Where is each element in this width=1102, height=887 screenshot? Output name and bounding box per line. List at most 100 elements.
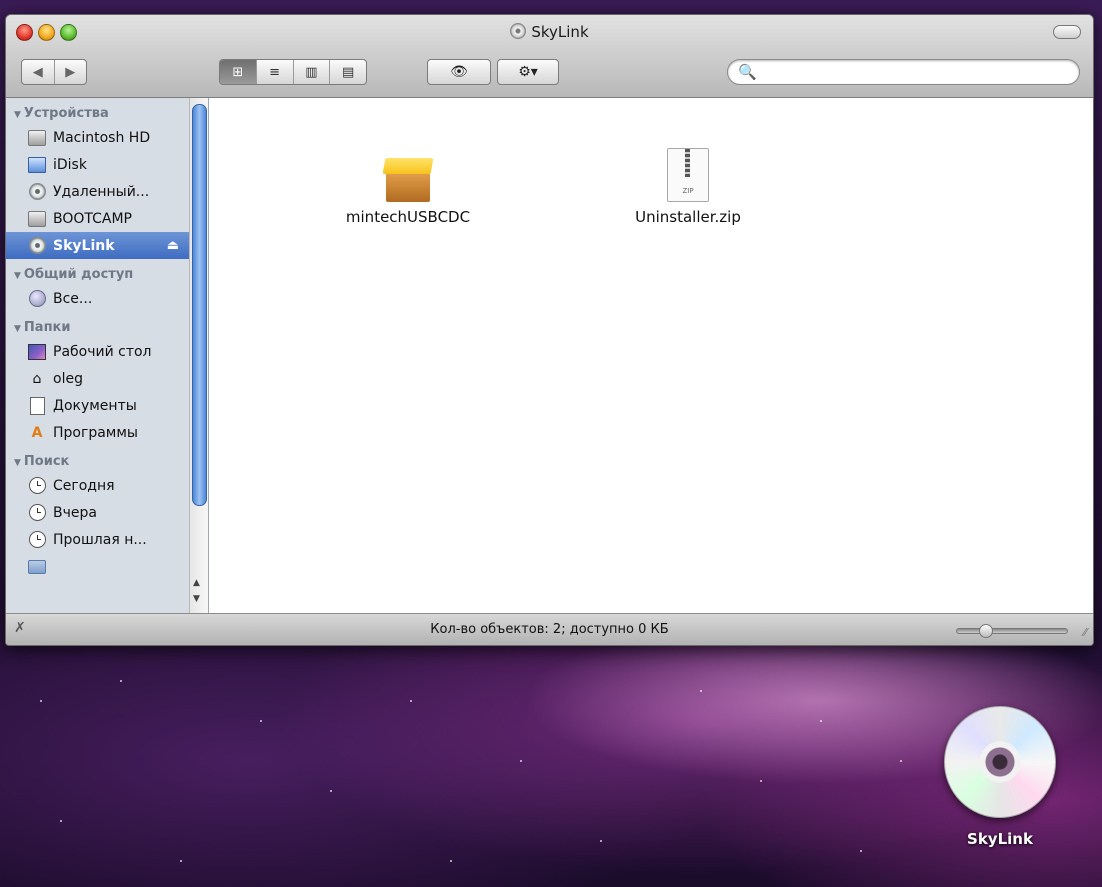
status-bar: ✗ Кол-во объектов: 2; доступно 0 КБ ⁄⁄ (6, 613, 1093, 645)
back-button[interactable]: ◀ (22, 60, 55, 84)
sidebar-item-today[interactable]: Сегодня (6, 472, 189, 499)
folder-icon (28, 558, 46, 576)
hard-drive-icon (28, 129, 46, 147)
sidebar-section-title: Общий доступ (23, 267, 134, 282)
sidebar-item-documents[interactable]: Документы (6, 392, 189, 419)
clock-icon (28, 531, 46, 549)
sidebar-item-past-week[interactable]: Прошлая н... (6, 526, 189, 553)
sidebar-item-label: BOOTCAMP (53, 210, 133, 227)
sidebar-item-partial[interactable] (6, 553, 189, 580)
sidebar-item-label: Прошлая н... (53, 531, 147, 548)
sidebar-item-skylink[interactable]: SkyLink ⏏ (6, 232, 189, 259)
search-input[interactable] (762, 63, 1079, 81)
toolbar-toggle-button[interactable] (1053, 25, 1081, 39)
column-view-button[interactable]: ▥ (294, 60, 331, 84)
coverflow-view-button[interactable]: ▤ (330, 60, 366, 84)
back-arrow-icon: ◀ (32, 64, 43, 80)
desktop-disc-item[interactable]: SkyLink (930, 706, 1070, 848)
sidebar-item-home[interactable]: ⌂ oleg (6, 365, 189, 392)
file-item[interactable]: ZIP Uninstaller.zip (588, 148, 788, 226)
sidebar-item-label: Программы (53, 424, 138, 441)
disclosure-triangle-icon: ▼ (14, 324, 21, 334)
file-name: Uninstaller.zip (635, 208, 741, 226)
cd-icon (28, 237, 46, 255)
view-mode-control: ⊞ ≡ ▥ ▤ (219, 59, 367, 85)
sidebar-item-label: Удаленный... (53, 183, 150, 200)
list-view-icon: ≡ (269, 64, 281, 80)
sidebar-section-places[interactable]: ▼ Папки (6, 318, 189, 338)
sidebar-item-label: SkyLink (53, 237, 115, 254)
zip-icon: ZIP (667, 148, 709, 202)
sidebar-item-desktop[interactable]: Рабочий стол (6, 338, 189, 365)
window-title-text: SkyLink (531, 23, 589, 41)
sidebar-section-devices[interactable]: ▼ Устройства (6, 104, 189, 124)
sidebar-item-bootcamp[interactable]: BOOTCAMP (6, 205, 189, 232)
hard-drive-icon (28, 210, 46, 228)
icon-view-icon: ⊞ (232, 64, 244, 80)
sidebar-item-label: Вчера (53, 504, 97, 521)
zip-badge: ZIP (682, 187, 694, 195)
idisk-icon (28, 156, 46, 174)
sidebar-scrollbar[interactable]: ▲ ▼ (189, 98, 208, 613)
quick-look-button[interactable]: 👁 (427, 59, 491, 85)
sidebar-section-search[interactable]: ▼ Поиск (6, 452, 189, 472)
action-menu-button[interactable]: ⚙▾ (497, 59, 559, 85)
sidebar-list: ▼ Устройства Macintosh HD iDisk Удаленный… (6, 98, 189, 580)
forward-arrow-icon: ▶ (65, 64, 76, 80)
eject-icon[interactable]: ⏏ (167, 238, 179, 253)
list-view-button[interactable]: ≡ (257, 60, 294, 84)
sidebar-item-all[interactable]: Все... (6, 285, 189, 312)
search-field[interactable]: 🔍 (727, 59, 1080, 85)
sidebar-section-title: Устройства (23, 106, 109, 121)
sidebar-item-idisk[interactable]: iDisk (6, 151, 189, 178)
remote-disc-icon (28, 183, 46, 201)
icon-view-button[interactable]: ⊞ (220, 60, 257, 84)
sidebar-item-label: Macintosh HD (53, 129, 151, 146)
sidebar-item-label: Все... (53, 290, 93, 307)
home-icon: ⌂ (32, 370, 42, 387)
file-browser-area: mintechUSBCDC ZIP Uninstaller.zip (209, 98, 1093, 613)
file-item[interactable]: mintechUSBCDC (308, 154, 508, 226)
resize-grip-icon[interactable]: ⁄⁄ (1083, 626, 1087, 639)
sidebar-item-remote-disc[interactable]: Удаленный... (6, 178, 189, 205)
status-text: Кол-во объектов: 2; доступно 0 КБ (430, 622, 669, 637)
network-icon (28, 290, 46, 308)
clock-icon (28, 504, 46, 522)
file-name: mintechUSBCDC (345, 208, 471, 226)
scroll-up-arrow-icon[interactable]: ▲ (193, 578, 200, 588)
coverflow-view-icon: ▤ (341, 64, 355, 80)
sidebar-item-label: Рабочий стол (53, 343, 152, 360)
sidebar-section-shared[interactable]: ▼ Общий доступ (6, 265, 189, 285)
cd-icon (510, 23, 527, 39)
search-icon: 🔍 (738, 63, 757, 81)
package-icon (382, 154, 434, 202)
sidebar-item-applications[interactable]: A Программы (6, 419, 189, 446)
window-title: SkyLink (6, 22, 1093, 42)
sidebar-section-title: Папки (23, 320, 71, 335)
documents-icon (28, 396, 46, 415)
window-toolbar: SkyLink ◀ ▶ ⊞ ≡ ▥ ▤ 👁 ⚙▾ 🔍 (6, 15, 1093, 98)
finder-window: SkyLink ◀ ▶ ⊞ ≡ ▥ ▤ 👁 ⚙▾ 🔍 ▼ Устройства M… (5, 14, 1094, 646)
eye-icon: 👁 (450, 64, 468, 80)
disclosure-triangle-icon: ▼ (14, 271, 21, 281)
sidebar-item-macintosh-hd[interactable]: Macintosh HD (6, 124, 189, 151)
applications-icon: A (31, 424, 43, 441)
desktop-disc-label: SkyLink (967, 830, 1033, 848)
slider-knob[interactable] (978, 624, 993, 638)
desktop-icon (28, 343, 46, 361)
sidebar-item-yesterday[interactable]: Вчера (6, 499, 189, 526)
scroll-down-arrow-icon[interactable]: ▼ (193, 594, 200, 604)
sidebar-section-title: Поиск (23, 454, 70, 469)
back-forward-control: ◀ ▶ (21, 59, 87, 85)
disclosure-triangle-icon: ▼ (14, 458, 21, 468)
sidebar-item-label: Документы (53, 397, 137, 414)
clock-icon (28, 477, 46, 495)
column-view-icon: ▥ (305, 64, 318, 80)
sidebar-item-label: iDisk (53, 156, 87, 173)
icon-size-slider[interactable] (956, 624, 1068, 638)
scrollbar-thumb[interactable] (192, 104, 207, 506)
sidebar: ▼ Устройства Macintosh HD iDisk Удаленный… (6, 98, 209, 613)
sidebar-item-label: oleg (53, 370, 83, 387)
gear-icon: ⚙▾ (518, 64, 538, 80)
forward-button[interactable]: ▶ (55, 60, 87, 84)
